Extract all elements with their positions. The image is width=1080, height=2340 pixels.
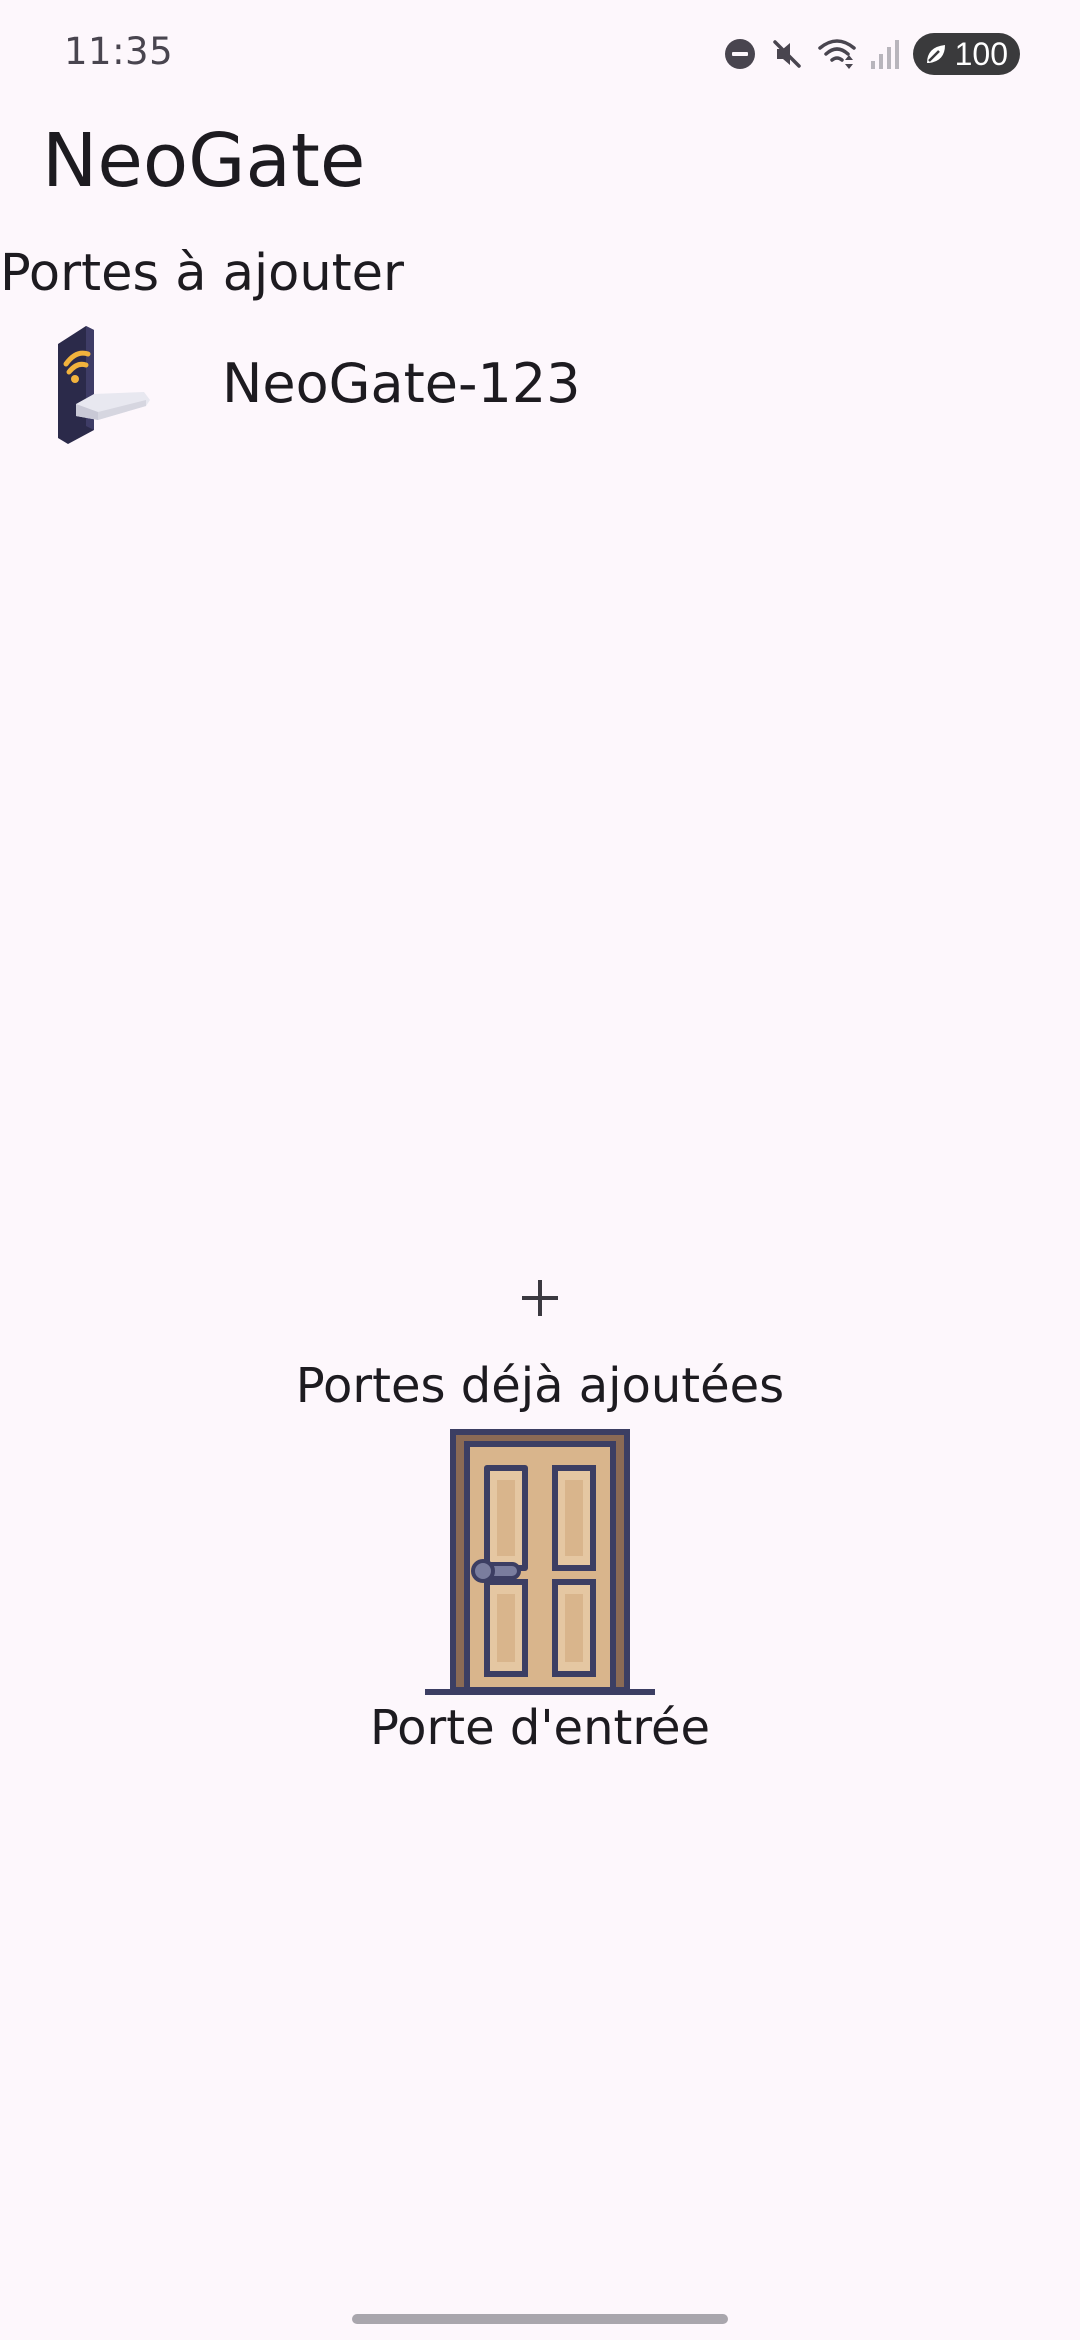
added-door-item[interactable]: Porte d'entrée	[370, 1428, 710, 1758]
status-icons: 100	[723, 28, 1020, 80]
battery-saver-icon	[923, 41, 949, 67]
signal-icon	[869, 37, 901, 71]
battery-level: 100	[954, 35, 1008, 72]
gesture-nav-handle[interactable]	[352, 2314, 728, 2324]
added-door-label: Porte d'entrée	[369, 1700, 711, 1756]
mute-icon	[769, 36, 805, 72]
status-time: 11:35	[64, 30, 174, 73]
battery-indicator: 100	[912, 33, 1020, 75]
add-door-button[interactable]	[500, 1260, 580, 1340]
doors-added-heading: Portes déjà ajoutées	[295, 1358, 785, 1414]
door-to-add-item[interactable]: NeoGate-123	[40, 318, 640, 448]
wifi-icon	[817, 36, 857, 72]
plus-icon	[518, 1276, 562, 1324]
door-to-add-label: NeoGate-123	[222, 351, 581, 415]
smart-lock-icon	[40, 320, 160, 446]
status-bar: 11:35 100	[0, 0, 1080, 110]
do-not-disturb-icon	[723, 37, 757, 71]
doors-to-add-heading: Portes à ajouter	[0, 244, 405, 303]
page-title: NeoGate	[42, 118, 366, 204]
door-icon	[425, 1428, 655, 1696]
